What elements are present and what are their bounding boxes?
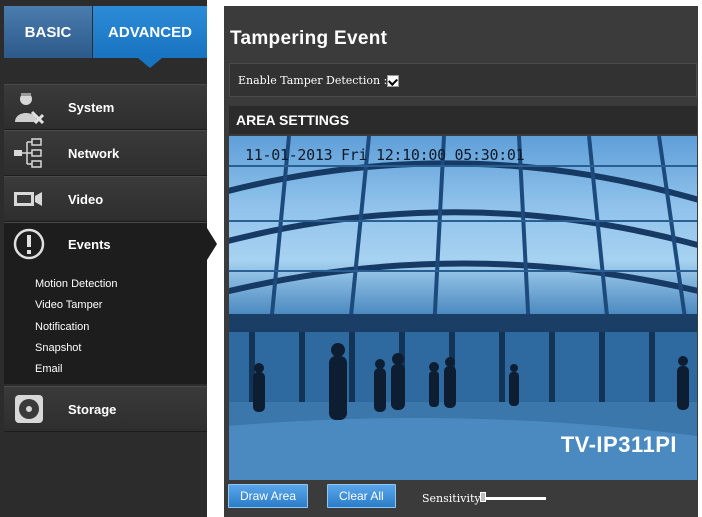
main-panel: Tampering Event Enable Tamper Detection …: [224, 6, 698, 517]
active-item-pointer: [207, 228, 217, 260]
submenu-snapshot[interactable]: Snapshot: [4, 338, 207, 359]
sidebar-item-storage[interactable]: Storage: [4, 386, 207, 432]
events-submenu: Motion Detection Video Tamper Notificati…: [4, 266, 207, 384]
alert-icon: [4, 226, 54, 262]
area-settings-title: AREA SETTINGS: [236, 112, 350, 128]
submenu-email[interactable]: Email: [4, 359, 207, 380]
sidebar-item-label: System: [68, 99, 115, 115]
active-tab-indicator: [138, 58, 162, 68]
sensitivity-slider-track[interactable]: [482, 497, 546, 500]
sidebar-item-label: Video: [68, 191, 104, 207]
sidebar-item-label: Storage: [68, 401, 117, 417]
sidebar-item-system[interactable]: System: [4, 84, 207, 130]
camera-live-view[interactable]: 11-01-2013 Fri 12:10:00 05:30:01 TV-IP31…: [229, 136, 697, 480]
tab-basic[interactable]: BASIC: [4, 6, 92, 58]
atrium-scene-image: [229, 136, 697, 480]
video-timestamp: 11-01-2013 Fri 12:10:00 05:30:01: [245, 146, 525, 164]
sensitivity-slider-thumb[interactable]: [480, 492, 486, 502]
tab-advanced[interactable]: ADVANCED: [93, 6, 207, 58]
sensitivity-label: Sensitivity: [422, 492, 481, 505]
storage-disc-icon: [4, 391, 54, 427]
sidebar-item-label: Network: [68, 145, 120, 161]
page-title: Tampering Event: [230, 28, 388, 49]
network-tree-icon: [4, 135, 54, 171]
submenu-motion-detection[interactable]: Motion Detection: [4, 274, 207, 295]
tamper-detection-row: Enable Tamper Detection :: [229, 63, 697, 97]
checkmark-icon: [388, 76, 398, 86]
area-settings-header: AREA SETTINGS: [229, 106, 697, 134]
tamper-detection-label: Enable Tamper Detection :: [238, 74, 388, 87]
submenu-video-tamper[interactable]: Video Tamper: [4, 295, 207, 316]
clear-all-button[interactable]: Clear All: [327, 484, 396, 508]
sidebar-item-network[interactable]: Network: [4, 130, 207, 176]
sidebar: BASIC ADVANCED System Network Video Even…: [0, 0, 217, 517]
tamper-detection-checkbox[interactable]: [387, 75, 399, 87]
sidebar-item-events[interactable]: Events: [4, 222, 207, 266]
user-gear-icon: [4, 89, 54, 125]
submenu-notification[interactable]: Notification: [4, 317, 207, 338]
camera-icon: [4, 181, 54, 217]
draw-area-button[interactable]: Draw Area: [228, 484, 309, 508]
camera-model-watermark: TV-IP311PI: [560, 432, 677, 457]
sidebar-item-label: Events: [68, 236, 111, 252]
mode-tabs: BASIC ADVANCED: [0, 6, 207, 58]
sidebar-item-video[interactable]: Video: [4, 176, 207, 222]
